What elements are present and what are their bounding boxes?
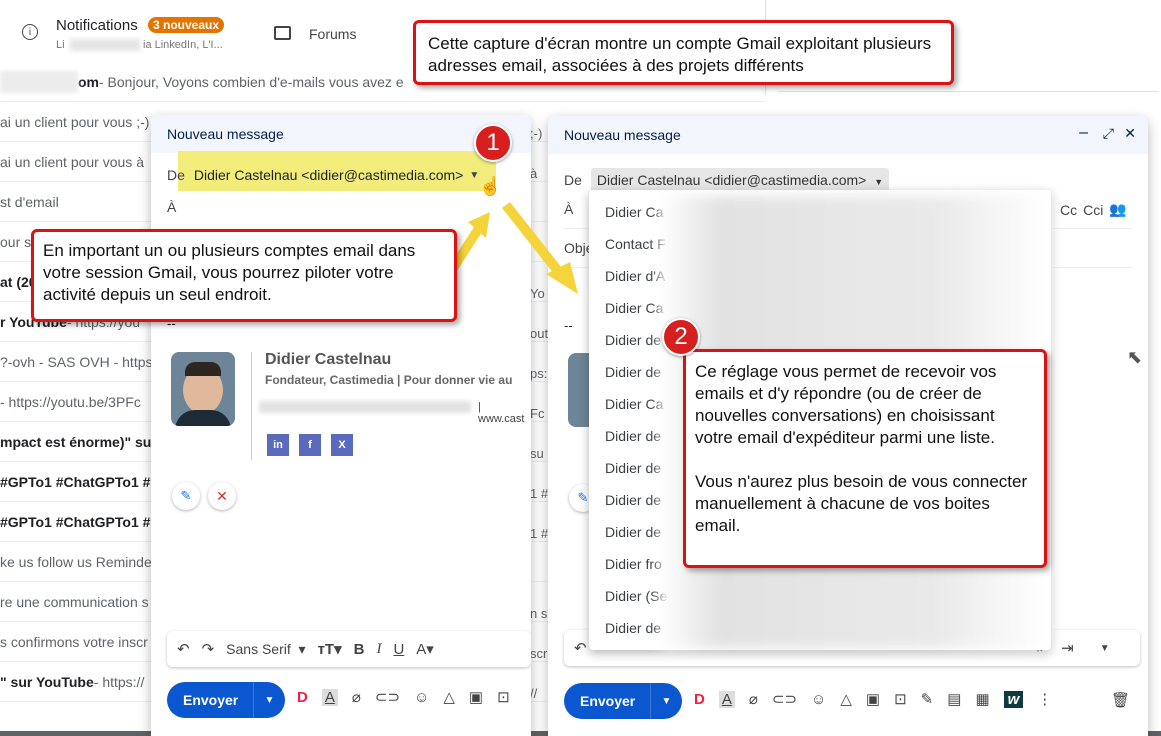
step-badge-1: 1 (474, 124, 512, 162)
callout-left: En important un ou plusieurs comptes ema… (31, 229, 457, 322)
callout-right-p1: Ce réglage vous permet de recevoir vos e… (695, 362, 997, 447)
callout-top: Cette capture d'écran montre un compte G… (413, 20, 954, 85)
mouse-pointer-icon: ⬉ (1127, 347, 1143, 367)
step-badge-2: 2 (662, 318, 700, 356)
callout-right: Ce réglage vous permet de recevoir vos e… (683, 349, 1047, 568)
callout-right-p2: Vous n'aurez plus besoin de vous connect… (695, 472, 1028, 535)
arrow-right-down (502, 202, 562, 274)
hand-cursor-icon: ☝ (479, 176, 502, 196)
